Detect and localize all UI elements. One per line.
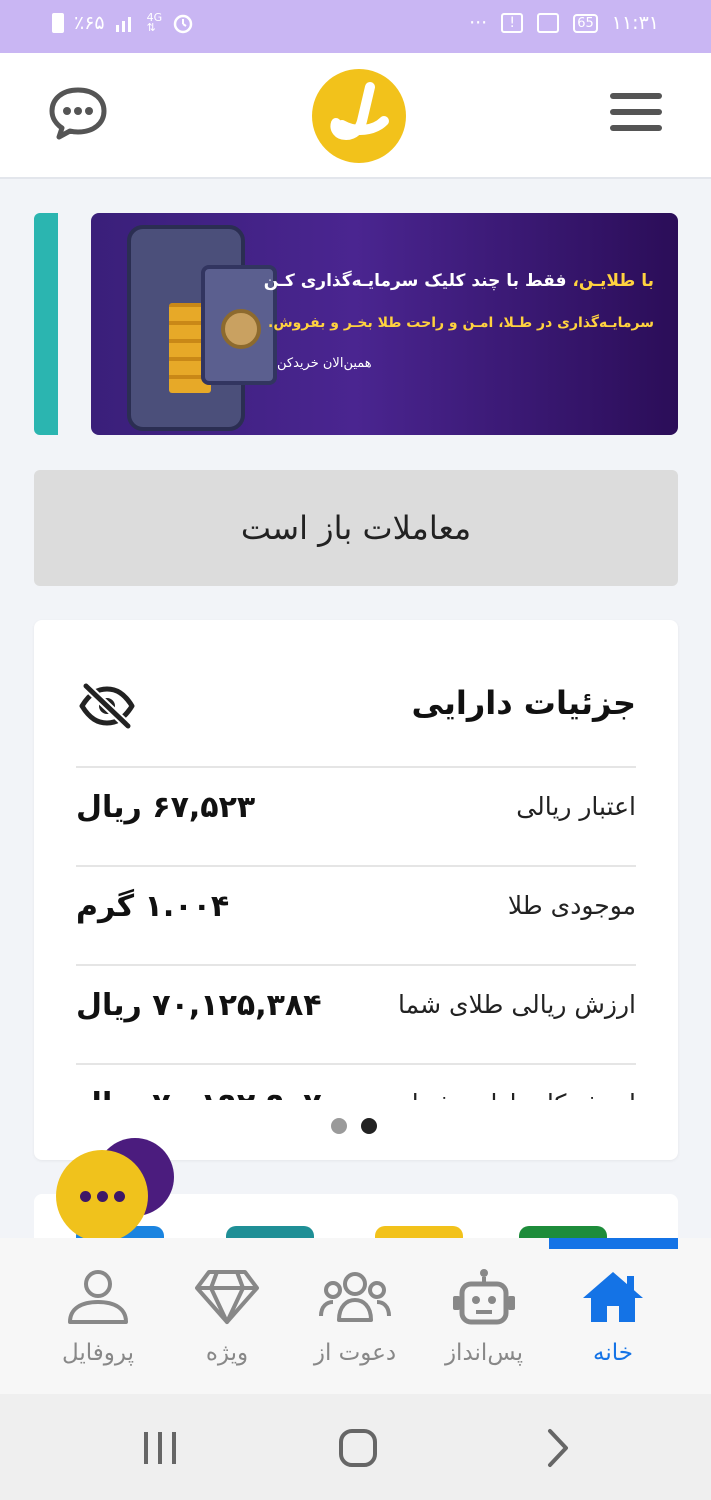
diamond-icon <box>195 1270 259 1324</box>
asset-row-value: ۷۰,۱۲۵,۳۸۴ ریال <box>76 988 322 1023</box>
recent-apps-icon[interactable] <box>140 1430 180 1466</box>
safe-dial-illustration <box>221 309 261 349</box>
eye-off-icon[interactable] <box>78 681 136 731</box>
alert-icon: ! <box>501 13 524 33</box>
nav-home-label: خانه <box>593 1340 633 1366</box>
pager-dot[interactable] <box>331 1118 347 1134</box>
notification-count-icon: 65 <box>573 13 598 33</box>
logo-mark <box>330 82 389 140</box>
asset-row-label: ارزش کل دارایی شما <box>412 1089 636 1100</box>
battery-percent: ٪۶۵ <box>74 12 105 34</box>
nav-special-label: ویژه <box>205 1340 249 1366</box>
back-icon[interactable] <box>542 1428 572 1468</box>
asset-row-value: ۱.۰۰۴ گرم <box>76 889 230 924</box>
asset-row: ارزش کل دارایی شما ۷۰,۱۹۲,۹۰۷ ریال <box>76 1063 636 1100</box>
status-left: ٪۶۵ 4G ⇅ <box>52 12 194 34</box>
asset-row-value: ۶۷,۵۲۳ ریال <box>76 790 256 825</box>
home-icon <box>583 1272 643 1322</box>
gallery-icon <box>537 13 560 33</box>
card-pager <box>331 1118 377 1134</box>
banner-headline-brand: با طلایـن، <box>572 271 654 291</box>
banner-headline: با طلایـن، فقط با چند کلیک سرمایـه‌گذاری… <box>264 271 654 291</box>
asset-details-card: جزئیات دارایی اعتبار ریالی ۶۷,۵۲۳ ریال م… <box>34 620 678 1160</box>
nav-invite-label: دعوت از <box>313 1340 397 1366</box>
banner-cta-text: همین‌الان خریدکن <box>277 356 372 371</box>
robot-icon <box>453 1269 515 1325</box>
nav-profile[interactable]: پروفایل <box>38 1268 158 1366</box>
support-chat-button[interactable] <box>56 1138 176 1242</box>
app-header <box>0 53 711 179</box>
nav-invite[interactable]: دعوت از <box>295 1268 415 1366</box>
4g-icon: 4G ⇅ <box>146 11 163 34</box>
pager-dot-active[interactable] <box>361 1118 377 1134</box>
status-right: ··· ! 65 ۱۱:۳۱ <box>469 12 659 34</box>
eye-off-glyph <box>79 681 135 731</box>
system-navigation-bar <box>0 1394 711 1500</box>
asset-row: ارزش ریالی طلای شما ۷۰,۱۲۵,۳۸۴ ریال <box>76 964 636 1063</box>
menu-line <box>610 93 662 99</box>
more-dots-icon: ··· <box>469 12 488 34</box>
user-icon <box>68 1270 128 1324</box>
banner-subline: سرمایـه‌گذاری در طـلا، امـن و راحت طلا ب… <box>268 315 654 331</box>
status-time: ۱۱:۳۱ <box>611 12 659 34</box>
asset-row-value: ۷۰,۱۹۲,۹۰۷ ریال <box>76 1087 322 1100</box>
users-icon <box>319 1272 391 1322</box>
alarm-icon <box>173 14 193 34</box>
asset-row-label: ارزش ریالی طلای شما <box>398 990 636 1019</box>
nav-savings[interactable]: پس‌انداز <box>424 1268 544 1366</box>
asset-row-label: اعتبار ریالی <box>516 792 636 821</box>
asset-row: موجودی طلا ۱.۰۰۴ گرم <box>76 865 636 964</box>
home-system-icon[interactable] <box>338 1428 378 1468</box>
previous-banner-slide[interactable] <box>34 213 58 435</box>
menu-line <box>610 109 662 115</box>
nav-savings-label: پس‌انداز <box>444 1340 524 1366</box>
nav-special[interactable]: ویژه <box>167 1268 287 1366</box>
service-tile[interactable] <box>375 1226 463 1238</box>
battery-icon <box>52 13 64 33</box>
status-bar: ٪۶۵ 4G ⇅ ··· ! 65 ۱۱:۳۱ <box>0 0 711 53</box>
asset-row: اعتبار ریالی ۶۷,۵۲۳ ریال <box>76 766 636 865</box>
hamburger-menu-icon[interactable] <box>610 93 662 137</box>
asset-row-label: موجودی طلا <box>507 891 636 920</box>
logo-icon[interactable] <box>312 69 406 163</box>
chat-button[interactable] <box>48 85 108 141</box>
bottom-navigation: خانه پس‌انداز دعوت از ویژه <box>0 1238 711 1394</box>
service-tile[interactable] <box>226 1226 314 1238</box>
nav-home[interactable]: خانه <box>553 1268 673 1366</box>
trading-status-box: معاملات باز است <box>34 470 678 586</box>
banner-headline-text: فقط با چند کلیک سرمایـه‌گذاری کـن <box>263 271 573 291</box>
chat-bubble-icon <box>49 87 107 140</box>
menu-line <box>610 125 662 131</box>
nav-profile-label: پروفایل <box>61 1340 135 1366</box>
support-chat-icon <box>56 1150 148 1242</box>
signal-icon <box>115 17 131 32</box>
asset-details-title: جزئیات دارایی <box>411 684 636 722</box>
active-tab-indicator <box>549 1238 678 1249</box>
promo-banner[interactable]: با طلایـن، فقط با چند کلیک سرمایـه‌گذاری… <box>91 213 678 435</box>
service-tile[interactable] <box>519 1226 607 1238</box>
asset-rows: اعتبار ریالی ۶۷,۵۲۳ ریال موجودی طلا ۱.۰۰… <box>76 766 636 1100</box>
